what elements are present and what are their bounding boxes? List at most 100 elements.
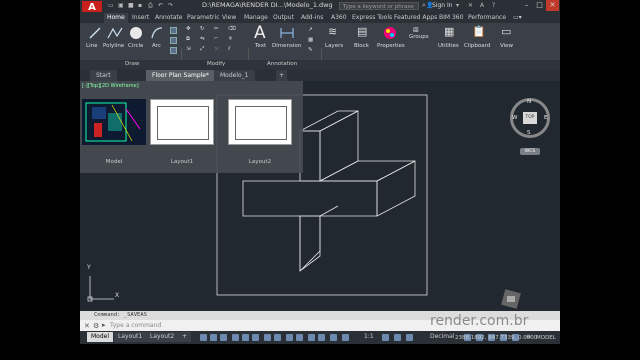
sign-in-link[interactable]: Sign In <box>432 2 453 9</box>
transparency-icon[interactable] <box>296 334 303 341</box>
line-icon[interactable] <box>88 26 102 40</box>
arc-icon[interactable] <box>150 26 164 40</box>
polyline-icon[interactable] <box>107 26 123 40</box>
properties-tool[interactable]: Properties <box>377 43 405 49</box>
tab-home[interactable]: Home <box>104 13 128 23</box>
utilities-icon[interactable]: ▦ <box>444 25 454 38</box>
stretch-icon[interactable]: ⇲ <box>186 46 191 52</box>
command-prompt-icon[interactable]: ▸ <box>102 321 106 329</box>
copy-icon[interactable]: ⧉ <box>186 36 190 43</box>
doc-tab-start[interactable]: Start <box>90 70 117 81</box>
arc-tool[interactable]: Arc <box>152 43 161 49</box>
annotation-visibility-icon[interactable] <box>342 334 349 341</box>
groups-tool[interactable]: Groups <box>409 34 429 40</box>
selection-cycling-icon[interactable] <box>308 334 315 341</box>
annotation-autoscale-icon[interactable] <box>382 334 389 341</box>
viewcube-west[interactable]: W <box>512 115 517 121</box>
tab-manage[interactable]: Manage <box>241 13 271 23</box>
object-snap-tracking-icon[interactable] <box>264 334 271 341</box>
doc-tab-floor-plan[interactable]: Floor Plan Sample* <box>146 70 216 81</box>
dynamic-ucs-icon[interactable] <box>330 334 337 341</box>
open-icon[interactable]: ▣ <box>118 2 124 10</box>
exchange-icon[interactable]: ✕ <box>468 2 473 10</box>
model-thumbnail[interactable] <box>82 99 146 145</box>
tab-bim-360[interactable]: BIM 360 <box>436 13 466 23</box>
tab-express-tools[interactable]: Express Tools <box>349 13 395 23</box>
fillet-icon[interactable]: ⌐ <box>214 36 219 42</box>
add-layout-button[interactable]: + <box>178 332 192 342</box>
3d-osnap-icon[interactable] <box>318 334 325 341</box>
rectangle-icon[interactable] <box>170 27 177 34</box>
circle-icon[interactable] <box>129 26 143 40</box>
panel-modify-label[interactable]: Modify <box>207 61 225 67</box>
save-as-icon[interactable]: ▪ <box>138 2 142 10</box>
tab-insert[interactable]: Insert <box>129 13 152 23</box>
lineweight-icon[interactable] <box>286 334 293 341</box>
layout-tab-layout1[interactable]: Layout1 <box>114 332 147 342</box>
snap-icon[interactable] <box>220 334 227 341</box>
layout2-thumbnail[interactable] <box>228 99 292 145</box>
tab-featured-apps[interactable]: Featured Apps <box>391 13 440 23</box>
layout-tab-layout2[interactable]: Layout2 <box>146 332 179 342</box>
maximize-button[interactable]: □ <box>533 0 546 11</box>
clipboard-tool[interactable]: Clipboard <box>464 43 490 49</box>
print-icon[interactable]: ⎙ <box>148 2 153 10</box>
leader-icon[interactable]: ↗ <box>308 27 313 33</box>
viewcube-south[interactable]: S <box>527 130 531 136</box>
clipboard-icon[interactable]: 📋 <box>472 25 486 38</box>
layout1-thumbnail[interactable] <box>150 99 214 145</box>
region-icon[interactable] <box>170 47 177 54</box>
tab-annotate[interactable]: Annotate <box>152 13 185 23</box>
viewcube-top-face[interactable]: TOP <box>523 112 537 124</box>
erase-icon[interactable]: ⌫ <box>228 26 236 32</box>
tab-view[interactable]: View <box>219 13 239 23</box>
text-icon[interactable]: A <box>254 23 266 43</box>
isodraft-icon[interactable] <box>252 334 259 341</box>
view-tool[interactable]: View <box>500 43 513 49</box>
polar-icon[interactable] <box>242 334 249 341</box>
scale-icon[interactable]: ⤢ <box>200 46 204 53</box>
tab-parametric[interactable]: Parametric <box>184 13 223 23</box>
viewport-controls-label[interactable]: [-][Top][2D Wireframe] <box>82 83 139 89</box>
offset-icon[interactable]: ⫽ <box>228 46 230 53</box>
viewcube-east[interactable]: E <box>544 115 547 121</box>
new-icon[interactable]: ▭ <box>108 2 114 10</box>
plus-icon[interactable] <box>406 334 413 341</box>
block-icon[interactable]: ▤ <box>357 25 367 38</box>
tab-output[interactable]: Output <box>270 13 297 23</box>
a360-icon[interactable]: A <box>480 2 484 10</box>
viewcube-north[interactable]: N <box>527 99 531 105</box>
trim-icon[interactable]: ✂ <box>214 26 219 32</box>
model-paper-toggle[interactable]: MODEL <box>536 335 556 341</box>
layout-tab-model[interactable]: Model <box>87 332 114 342</box>
markup-icon[interactable]: ✎ <box>308 47 313 53</box>
minimize-button[interactable]: – <box>520 0 533 11</box>
annotation-scale[interactable]: 1:1 <box>364 333 374 340</box>
hatch-icon[interactable] <box>170 37 177 44</box>
block-tool[interactable]: Block <box>354 43 369 49</box>
redo-icon[interactable]: ↷ <box>168 2 173 10</box>
layers-tool[interactable]: Layers <box>325 43 343 49</box>
circle-tool[interactable]: Circle <box>128 43 143 49</box>
properties-icon[interactable] <box>383 26 397 40</box>
save-icon[interactable]: ■ <box>128 2 134 10</box>
new-tab-button[interactable]: + <box>276 70 288 81</box>
units-selector[interactable]: Decimal <box>430 333 454 340</box>
polyline-tool[interactable]: Polyline <box>103 43 124 49</box>
move-icon[interactable]: ✥ <box>186 26 191 32</box>
undo-icon[interactable]: ↶ <box>158 2 163 10</box>
wcs-menu[interactable]: WCS <box>520 148 540 155</box>
model-space-icon[interactable] <box>200 334 207 341</box>
workspace-icon[interactable] <box>394 334 401 341</box>
explode-icon[interactable]: ✳ <box>228 36 233 42</box>
object-snap-icon[interactable] <box>274 334 281 341</box>
tab-add-ins[interactable]: Add-ins <box>298 13 326 23</box>
panel-annotation-label[interactable]: Annotation <box>267 61 297 67</box>
search-input[interactable]: Type a keyword or phrase <box>339 2 419 10</box>
tab-a360[interactable]: A360 <box>328 13 350 23</box>
ortho-icon[interactable] <box>232 334 239 341</box>
dimension-tool[interactable]: Dimension <box>272 43 301 49</box>
close-command-icon[interactable]: ✕ <box>84 322 90 330</box>
array-icon[interactable]: ⁙ <box>214 46 219 52</box>
dimension-icon[interactable] <box>279 26 295 40</box>
